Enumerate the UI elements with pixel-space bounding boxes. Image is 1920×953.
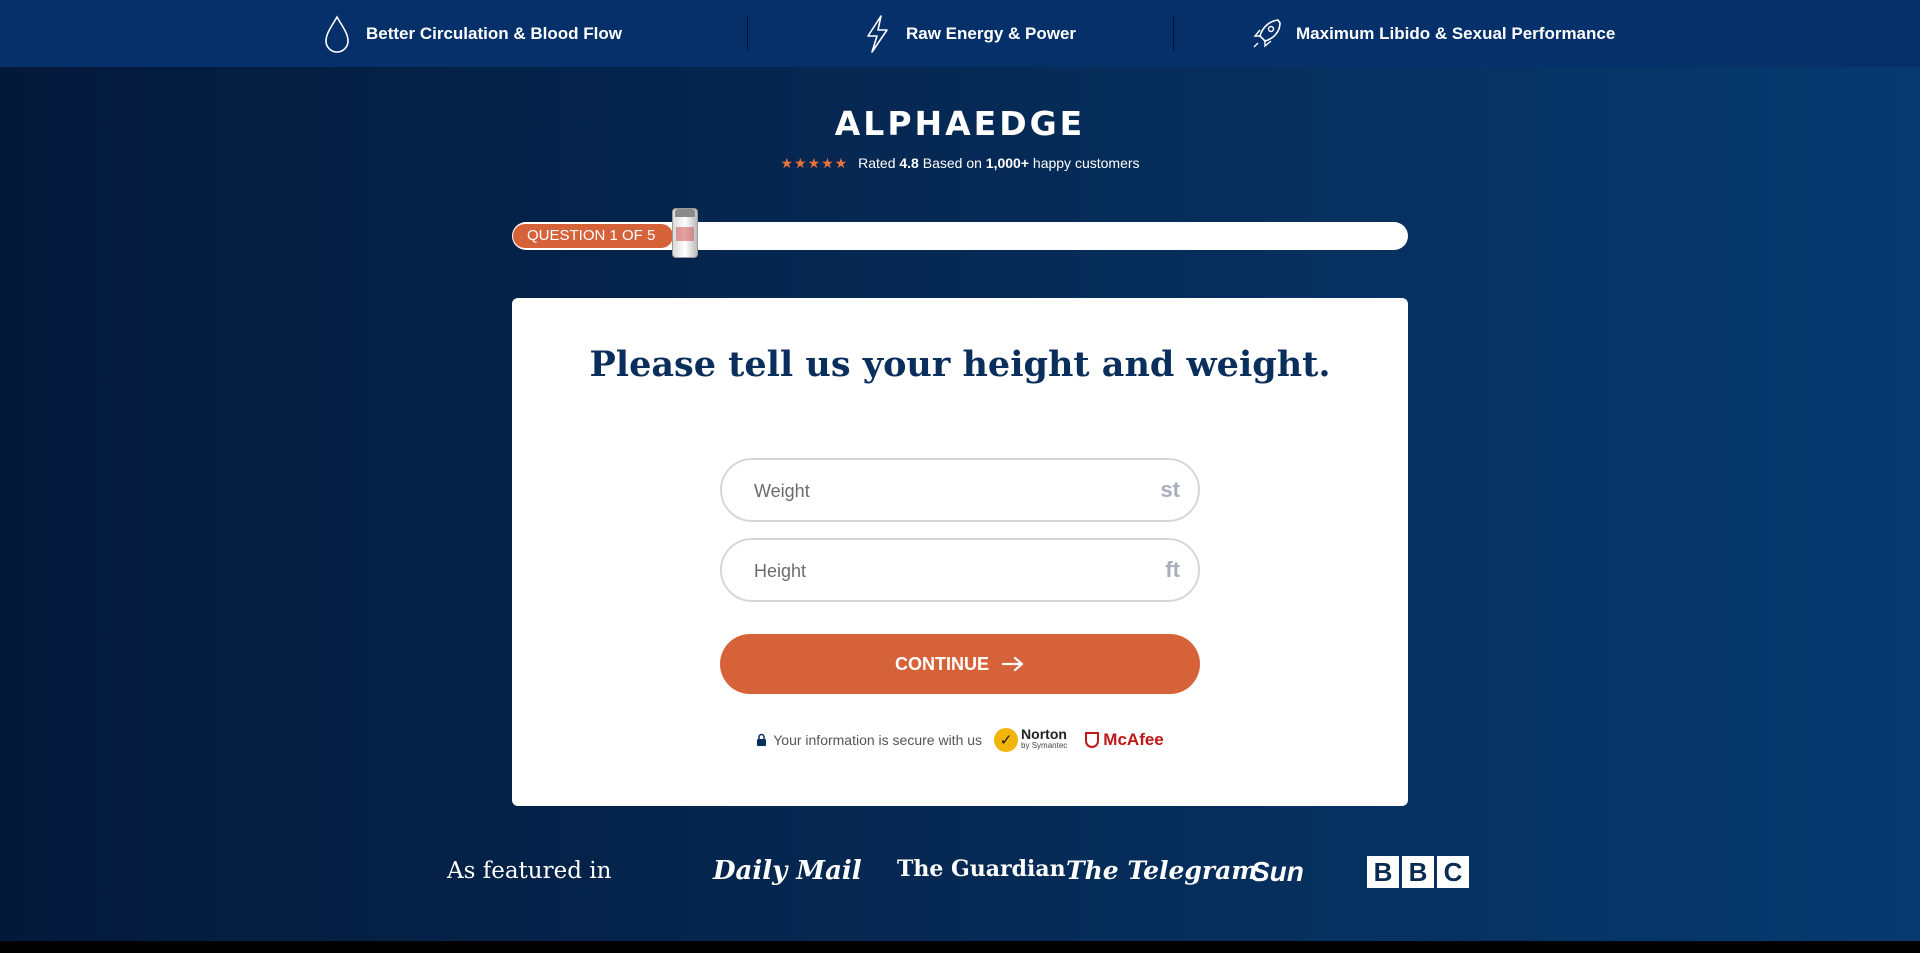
benefit-libido: Maximum Libido & Sexual Performance (1250, 14, 1615, 54)
shield-icon (1085, 732, 1100, 748)
benefit-energy: Raw Energy & Power (860, 14, 1076, 54)
customer-count: 1,000+ (985, 155, 1030, 171)
press-logo-sun: Sun (1251, 856, 1304, 887)
brand-logo: ALPHAEDGE (834, 104, 1086, 143)
continue-label: CONTINUE (895, 653, 989, 674)
norton-logo: ✓ Norton by Symantec (994, 726, 1068, 752)
height-field[interactable]: ft (720, 538, 1200, 602)
continue-button[interactable]: CONTINUE (720, 634, 1200, 694)
weight-unit: st (1160, 477, 1180, 502)
quiz-progress-bar: QUESTION 1 OF 5 (512, 208, 1408, 258)
droplet-icon (325, 15, 349, 53)
height-input[interactable] (722, 540, 1136, 602)
lock-icon (757, 733, 767, 746)
question-card: Please tell us your height and weight. s… (512, 298, 1408, 806)
benefit-circulation: Better Circulation & Blood Flow (320, 14, 622, 54)
rating-middle: Based on (922, 155, 982, 171)
mcafee-name: McAfee (1103, 730, 1164, 749)
norton-name: Norton (1021, 726, 1067, 742)
security-note: Your information is secure with us ✓ Nor… (512, 726, 1408, 752)
press-logo-telegram: The Telegram (1066, 856, 1258, 885)
progress-label: QUESTION 1 OF 5 (527, 227, 656, 244)
rating-suffix: happy customers (1032, 155, 1140, 171)
benefit-label: Better Circulation & Blood Flow (366, 24, 622, 43)
weight-input[interactable] (722, 460, 1136, 522)
secure-text: Your information is secure with us (773, 732, 983, 748)
checkmark-icon: ✓ (994, 728, 1019, 752)
rating-line: ★★★★★ Rated 4.8 Based on 1,000+ happy cu… (0, 155, 1920, 172)
featured-label: As featured in (447, 858, 612, 884)
press-logo-bbc: B B C (1367, 856, 1469, 888)
rating-prefix: Rated (858, 155, 896, 171)
press-logo-daily-mail: Daily Mail (713, 856, 862, 886)
footer-strip (0, 941, 1920, 953)
lightning-icon (867, 15, 888, 53)
benefit-label: Raw Energy & Power (906, 24, 1077, 43)
question-title: Please tell us your height and weight. (589, 344, 1331, 385)
mcafee-logo: McAfee (1085, 730, 1164, 750)
product-bottle-icon (672, 208, 698, 258)
progress-fill: QUESTION 1 OF 5 (513, 224, 673, 248)
bbc-letter: B (1367, 856, 1399, 888)
divider (747, 15, 748, 51)
height-unit: ft (1165, 557, 1180, 582)
bbc-letter: C (1437, 856, 1469, 888)
divider (1173, 15, 1174, 51)
arrow-right-icon (1001, 656, 1024, 672)
bbc-letter: B (1402, 856, 1434, 888)
rating-value: 4.8 (899, 155, 919, 171)
norton-sub: by Symantec (1021, 741, 1068, 750)
star-rating-icon: ★★★★★ (780, 155, 849, 171)
benefits-bar: Better Circulation & Blood Flow Raw Ener… (0, 0, 1920, 67)
rocket-icon (1253, 19, 1281, 48)
benefit-label: Maximum Libido & Sexual Performance (1296, 24, 1616, 43)
press-logo-guardian: The Guardian (897, 856, 1066, 882)
weight-field[interactable]: st (720, 458, 1200, 522)
